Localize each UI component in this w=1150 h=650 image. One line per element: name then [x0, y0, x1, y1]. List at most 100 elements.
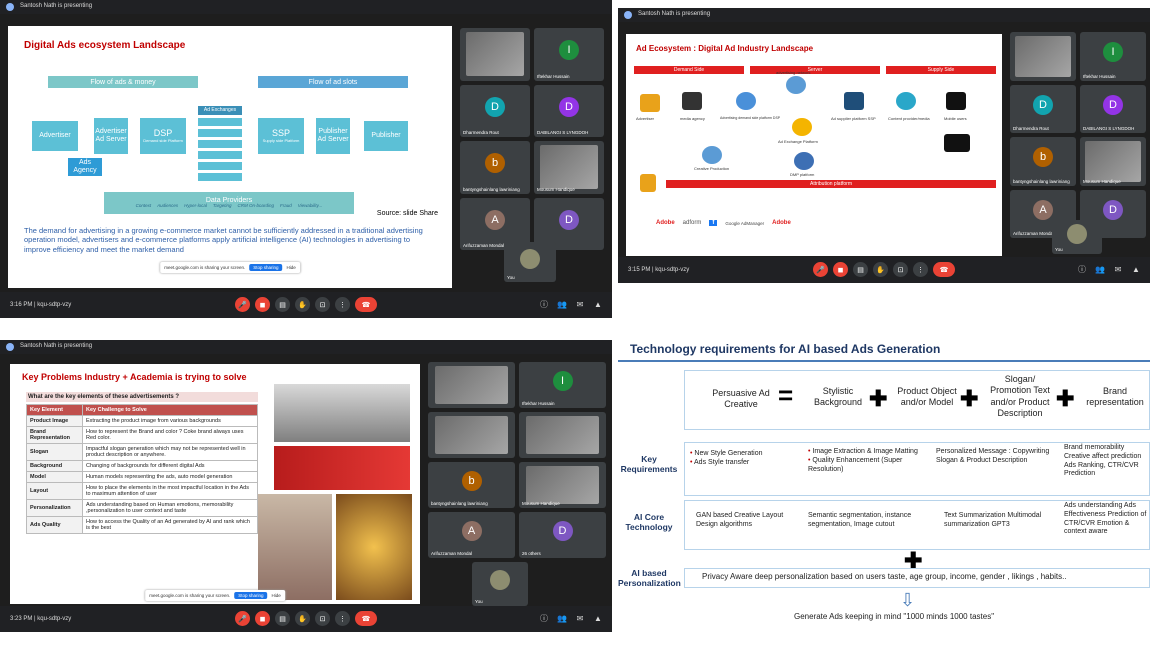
people-icon[interactable]: 👥 — [556, 612, 568, 624]
chat-icon[interactable]: ✉ — [1112, 263, 1124, 275]
participant-name: Iftekhar Hussain — [1083, 73, 1116, 79]
more-options-button[interactable]: ⋮ — [335, 611, 350, 626]
ssp-sub: Supply side Platform — [262, 137, 300, 143]
participant-avatar: D — [485, 96, 505, 117]
present-button[interactable]: ⊡ — [315, 297, 330, 312]
label-mobile-users: Mobile users — [944, 116, 967, 121]
participant-tile[interactable] — [519, 412, 606, 458]
stop-sharing-button[interactable]: Stop sharing — [234, 592, 268, 599]
people-icon[interactable]: 👥 — [556, 298, 568, 310]
publisher-box: Publisher — [364, 121, 408, 151]
table-row: Personalization Ads understanding based o… — [26, 499, 258, 517]
info-icon[interactable]: ⓘ — [1076, 263, 1088, 275]
camera-off-button[interactable]: ◼ — [255, 611, 270, 626]
captions-button[interactable]: ▤ — [275, 611, 290, 626]
participant-name: Arifuzzaman Mondal — [1013, 231, 1055, 236]
participant-tile[interactable]: D Dharmendra Rout — [460, 84, 530, 137]
participant-tile[interactable]: b bantyngshainlang lawriniang — [1010, 137, 1076, 186]
participant-name: Mousum Handique — [522, 501, 560, 506]
participant-tile[interactable] — [460, 28, 530, 81]
chat-icon[interactable]: ✉ — [574, 298, 586, 310]
participant-avatar: D — [559, 96, 579, 117]
participant-tile[interactable] — [428, 362, 515, 408]
ad-exchange-icon — [792, 118, 812, 136]
camera-off-button[interactable]: ◼ — [833, 262, 848, 277]
more-options-button[interactable]: ⋮ — [335, 297, 350, 312]
participant-name: bantyngshainlang lawriniang — [463, 186, 520, 192]
req-col-4: Brand memorability Creative affect predi… — [1064, 444, 1150, 479]
challenge-cell: How to represent the Brand and color ? C… — [82, 426, 258, 444]
leave-call-button[interactable]: ☎ — [355, 297, 377, 312]
meet-window-3: Santosh Nath is presenting Key Problems … — [0, 340, 612, 632]
mic-off-button[interactable]: 🎤 — [813, 262, 828, 277]
raise-hand-button[interactable]: ✋ — [295, 297, 310, 312]
participant-tile[interactable]: I Iftekhar Hussain — [534, 28, 604, 81]
participant-avatar: I — [1103, 42, 1123, 63]
shared-slide: Digital Ads ecosystem Landscape Flow of … — [8, 26, 452, 288]
hide-button[interactable]: Hide — [272, 593, 281, 598]
participant-tile[interactable]: D 26 others — [519, 512, 606, 558]
participant-tile[interactable]: b bantyngshainlang lawriniang — [460, 141, 530, 194]
participant-avatar: I — [559, 40, 579, 61]
key-element-cell: Ads Quality — [26, 516, 83, 534]
label-dmp: DMP platform — [790, 172, 815, 177]
key-element-cell: Slogan — [26, 443, 83, 461]
participant-tile[interactable]: I Iftekhar Hussain — [1080, 32, 1146, 81]
req-col-2: • Image Extraction & Image Matting • Qua… — [808, 448, 924, 474]
exchange-bar — [198, 140, 242, 148]
captions-button[interactable]: ▤ — [853, 262, 868, 277]
key-element-cell: Layout — [26, 482, 83, 500]
participant-tile[interactable]: D DABILANGI S LYNGDOH — [1080, 84, 1146, 133]
activities-icon[interactable]: ▲ — [1130, 263, 1142, 275]
req-col-1: • New Style Generation • Ads Style trans… — [690, 450, 790, 468]
dsp-icon — [736, 92, 756, 110]
participant-name: Mousum Handique — [1083, 178, 1121, 184]
flow-right-arrow: Flow of ad slots — [258, 76, 408, 88]
stop-sharing-button[interactable]: Stop sharing — [249, 264, 283, 271]
participant-tile[interactable]: b bantyngshainlang lawriniang — [428, 462, 515, 508]
mic-off-button[interactable]: 🎤 — [235, 297, 250, 312]
participant-tile[interactable] — [428, 412, 515, 458]
captions-button[interactable]: ▤ — [275, 297, 290, 312]
participant-tile[interactable]: D Dharmendra Rout — [1010, 84, 1076, 133]
leave-call-button[interactable]: ☎ — [355, 611, 377, 626]
mic-off-button[interactable]: 🎤 — [235, 611, 250, 626]
participant-tile[interactable]: I Iftekhar Hussain — [519, 362, 606, 408]
raise-hand-button[interactable]: ✋ — [295, 611, 310, 626]
present-button[interactable]: ⊡ — [893, 262, 908, 277]
personalization-text: Privacy Aware deep personalization based… — [702, 572, 1067, 581]
bullet-icon: • — [808, 456, 811, 464]
participant-tile[interactable]: Mousum Handique — [534, 141, 604, 194]
mobile-users-icon — [946, 92, 966, 110]
activities-icon[interactable]: ▲ — [592, 612, 604, 624]
participant-name: Iftekhar Hussain — [522, 401, 555, 406]
participant-video — [539, 145, 599, 190]
meet-window-1: Santosh Nath is presenting Digital Ads e… — [0, 0, 612, 318]
participant-tile[interactable] — [1010, 32, 1076, 81]
ad-network-icon — [786, 76, 806, 94]
leave-call-button[interactable]: ☎ — [933, 262, 955, 277]
raise-hand-button[interactable]: ✋ — [873, 262, 888, 277]
table-row: Background Changing of backgrounds for di… — [26, 460, 258, 472]
participant-tile[interactable]: Mousum Handique — [519, 462, 606, 508]
participant-tile[interactable]: D DABILANGI S LYNGDOH — [534, 84, 604, 137]
side-controls: ⓘ 👥 ✉ ▲ — [538, 612, 604, 624]
more-options-button[interactable]: ⋮ — [913, 262, 928, 277]
present-button[interactable]: ⊡ — [315, 611, 330, 626]
participant-tile[interactable]: A Arifuzzaman Mondal — [428, 512, 515, 558]
activities-icon[interactable]: ▲ — [592, 298, 604, 310]
column-header: Key Element — [26, 404, 83, 416]
hide-button[interactable]: Hide — [287, 265, 296, 270]
req-text: Ads Style transfer — [694, 458, 750, 466]
slide-title: Ad Ecosystem : Digital Ad Industry Lands… — [636, 44, 814, 53]
self-avatar — [490, 570, 510, 591]
people-icon[interactable]: 👥 — [1094, 263, 1106, 275]
participant-tile[interactable]: Mousum Handique — [1080, 137, 1146, 186]
camera-off-button[interactable]: ◼ — [255, 297, 270, 312]
ssp-icon — [844, 92, 864, 110]
info-icon[interactable]: ⓘ — [538, 298, 550, 310]
info-icon[interactable]: ⓘ — [538, 612, 550, 624]
chat-icon[interactable]: ✉ — [574, 612, 586, 624]
row-label-personalization: AI based Personalization — [618, 568, 681, 588]
req-text: Ads Ranking, CTR/CVR Prediction — [1064, 461, 1139, 478]
